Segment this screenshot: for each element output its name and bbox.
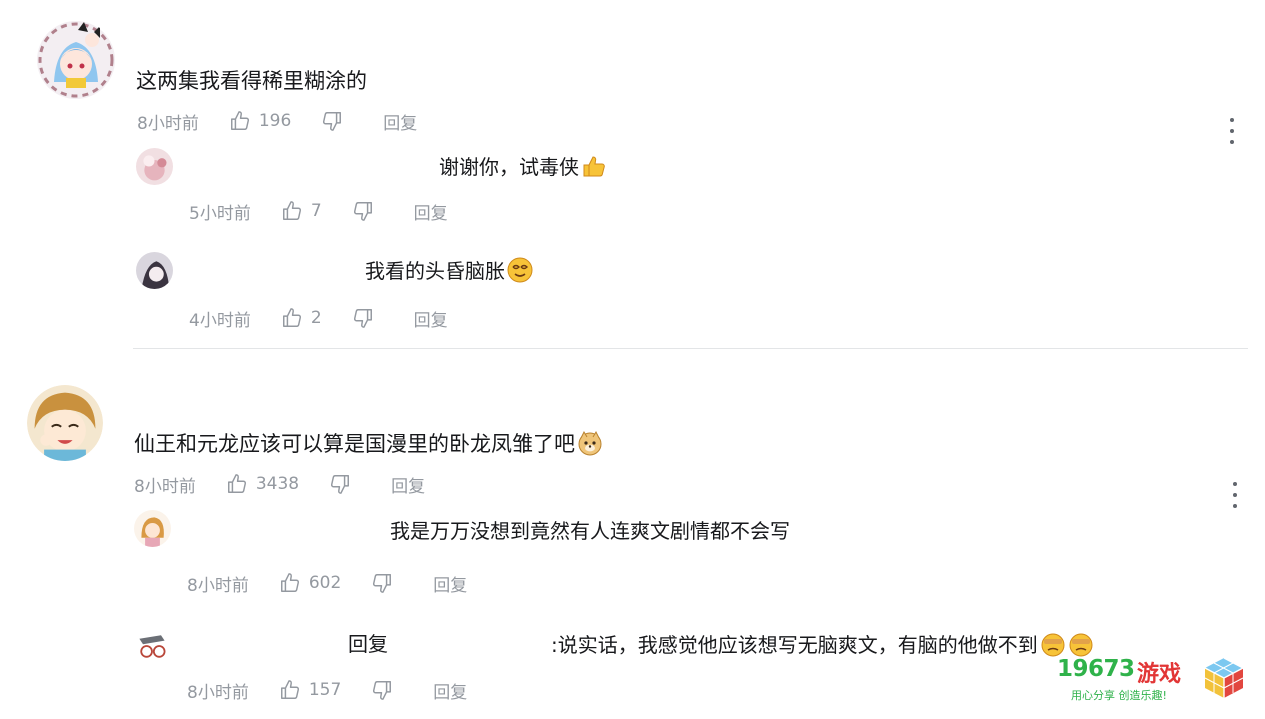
dislike-button[interactable] (371, 572, 393, 594)
reply-text-content: 谢谢你，试毒侠 (439, 155, 579, 179)
dizzy-face-emoji (507, 257, 533, 283)
watermark-slogan: 用心分享 创造乐趣! (1071, 689, 1167, 702)
avatar[interactable] (134, 510, 171, 547)
thread-divider (133, 348, 1248, 349)
thumbs-down-outline-icon (353, 202, 372, 221)
reply-actions: 4小时前 2 回复 (189, 306, 448, 331)
avatar[interactable] (36, 20, 116, 100)
more-vertical-icon[interactable] (1230, 482, 1240, 508)
reply-time: 5小时前 (189, 203, 251, 224)
thumbs-up-outline-icon (280, 680, 299, 699)
like-count: 157 (308, 680, 342, 700)
dislike-button[interactable] (329, 473, 351, 495)
reply-button[interactable]: 回复 (414, 306, 448, 331)
facepalm-emoji (1068, 631, 1094, 657)
like-count: 3438 (255, 474, 300, 494)
thumbs-up-outline-icon (282, 308, 301, 327)
like-count: 196 (258, 111, 292, 131)
watermark-logo: 19673 游戏 用心分享 创造乐趣! (1057, 656, 1247, 702)
reply-text-content: 我是万万没想到竟然有人连爽文剧情都不会写 (390, 519, 790, 543)
reply-button[interactable]: 回复 (414, 199, 448, 224)
dislike-button[interactable] (352, 200, 374, 222)
reply-text-content: 我看的头昏脑胀 (365, 259, 505, 283)
reply-button[interactable]: 回复 (391, 472, 425, 497)
like-count: 602 (308, 573, 342, 593)
comment-time: 8小时前 (137, 113, 199, 134)
thumbs-up-outline-icon (282, 201, 301, 220)
like-button[interactable]: 2 (281, 307, 322, 329)
reply-time: 8小时前 (187, 575, 249, 596)
thumbs-down-outline-icon (373, 681, 392, 700)
reply-button[interactable]: 回复 (433, 678, 467, 703)
thumbs-down-outline-icon (323, 112, 342, 131)
comment-text-content: 这两集我看得稀里糊涂的 (136, 69, 367, 93)
comment-text: 仙王和元龙应该可以算是国漫里的卧龙凤雏了吧 (134, 430, 603, 457)
reply-text: :说实话，我感觉他应该想写无脑爽文，有脑的他做不到 (551, 631, 1151, 658)
reply-button[interactable]: 回复 (433, 571, 467, 596)
like-button[interactable]: 602 (279, 572, 341, 594)
reply-text-content: :说实话，我感觉他应该想写无脑爽文，有脑的他做不到 (551, 633, 1038, 657)
avatar[interactable] (136, 148, 173, 185)
reply-time: 8小时前 (187, 682, 249, 703)
reply-text: 谢谢你，试毒侠 (439, 153, 607, 180)
like-count: 7 (310, 201, 322, 221)
dislike-button[interactable] (321, 110, 343, 132)
comment-time: 8小时前 (134, 476, 196, 497)
facepalm-emoji (1040, 631, 1066, 657)
like-count: 2 (310, 308, 322, 328)
avatar[interactable] (136, 252, 173, 289)
like-button[interactable]: 157 (279, 679, 341, 701)
dislike-button[interactable] (371, 679, 393, 701)
like-button[interactable]: 7 (281, 200, 322, 222)
comment-actions: 8小时前 196 回复 (137, 109, 417, 134)
watermark-number: 19673 (1057, 656, 1135, 682)
reply-to-label: 回复 (348, 631, 388, 657)
comment-text: 这两集我看得稀里糊涂的 (136, 68, 367, 94)
thumbs-down-outline-icon (331, 475, 350, 494)
thumbs-up-emoji (581, 153, 607, 179)
comment-text-content: 仙王和元龙应该可以算是国漫里的卧龙凤雏了吧 (134, 432, 575, 456)
cube-logo-icon (1204, 657, 1244, 698)
thumbs-up-outline-icon (227, 474, 246, 493)
reply-actions: 5小时前 7 回复 (189, 199, 448, 224)
avatar[interactable] (27, 385, 103, 461)
comment-actions: 8小时前 3438 回复 (134, 472, 425, 497)
reply-time: 4小时前 (189, 310, 251, 331)
reply-text: 我看的头昏脑胀 (365, 257, 533, 284)
watermark-name: 游戏 (1137, 662, 1182, 687)
thumbs-down-outline-icon (353, 309, 372, 328)
dislike-button[interactable] (352, 307, 374, 329)
reply-actions: 8小时前 157 回复 (187, 678, 467, 703)
reply-text: 我是万万没想到竟然有人连爽文剧情都不会写 (390, 518, 790, 544)
more-vertical-icon[interactable] (1227, 118, 1237, 144)
reply-actions: 8小时前 602 回复 (187, 571, 467, 596)
like-button[interactable]: 3438 (226, 473, 299, 495)
thumbs-up-outline-icon (280, 573, 299, 592)
reply-prefix: 回复 (348, 632, 388, 656)
thumbs-down-outline-icon (373, 574, 392, 593)
doge-emoji (577, 430, 603, 456)
thumbs-up-outline-icon (230, 111, 249, 130)
like-button[interactable]: 196 (229, 110, 291, 132)
reply-button[interactable]: 回复 (383, 109, 417, 134)
avatar[interactable] (134, 628, 170, 664)
